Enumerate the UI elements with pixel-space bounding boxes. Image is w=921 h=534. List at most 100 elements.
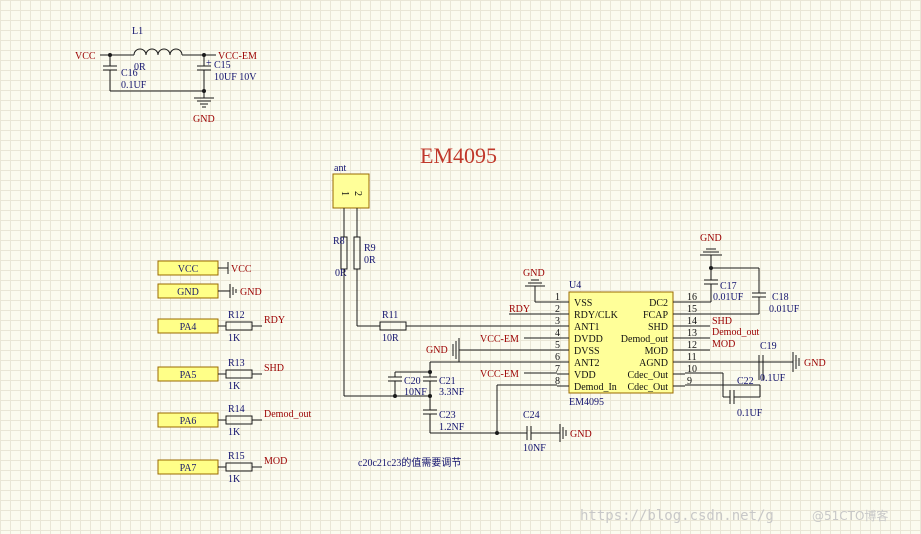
gnd-label: GND xyxy=(193,114,215,125)
ic-left-pin-name: ANT1 xyxy=(574,322,600,333)
net-gnd-pin5: GND xyxy=(426,345,448,356)
port-pa7: PA7 R15 1K MOD xyxy=(157,451,287,485)
ic-left-pin-num: 6 xyxy=(555,352,560,363)
net-mod-ic: MOD xyxy=(712,339,735,350)
r8-ref: R8 xyxy=(333,236,345,247)
port-resistor xyxy=(225,369,253,379)
schematic-sheet: VCC L1 0R VCC-EM C16 0.1UF + C15 10UF 10… xyxy=(0,0,921,534)
ic-left-pin-num: 1 xyxy=(555,292,560,303)
gnd-symbol xyxy=(194,97,214,108)
net-vcc-em-pin4: VCC-EM xyxy=(480,334,519,345)
c22-value: 0.1UF xyxy=(737,408,763,419)
ic-right-pin-name: DC2 xyxy=(649,298,668,309)
ic-right-pin-name: Cdec_Out xyxy=(627,370,668,381)
watermark-url: https://blog.csdn.net/g xyxy=(580,508,774,524)
ic-right-pin-name: Cdec_Out xyxy=(627,382,668,393)
antenna-ref: ant xyxy=(334,163,346,174)
net-shd-ic: SHD xyxy=(712,316,732,327)
c19-gnd-label: GND xyxy=(804,358,826,369)
ic-left-pin-name: Demod_In xyxy=(574,382,617,393)
net-demod-ic: Demod_out xyxy=(712,327,759,338)
port-resistor-ref: R15 xyxy=(228,451,245,462)
c23-value: 1.2NF xyxy=(439,422,465,433)
schematic-title: EM4095 xyxy=(420,143,497,168)
ic-left-nets: GND RDY VCC-EM GND VCC-EM xyxy=(426,268,557,380)
ic-right-pin-name: Demod_out xyxy=(621,334,668,345)
r9-ref: R9 xyxy=(364,243,376,254)
r11-ref: R11 xyxy=(382,310,398,321)
port-pa5: PA5 R13 1K SHD xyxy=(157,358,284,392)
c20-ref: C20 xyxy=(404,376,421,387)
port-net-label: GND xyxy=(240,287,262,298)
port-resistor-value: 1K xyxy=(228,381,241,392)
c17-value: 0.01UF xyxy=(713,292,744,303)
port-pa6: PA6 R14 1K Demod_out xyxy=(157,404,311,438)
c15-value: 10UF 10V xyxy=(214,72,257,83)
ic-left-pin-name: VSS xyxy=(574,298,592,309)
ic-left-pin-num: 3 xyxy=(555,316,560,327)
ic-gnd-top-label: GND xyxy=(523,268,545,279)
port-resistor xyxy=(225,321,253,331)
ic-left-pin-name: VDD xyxy=(574,370,596,381)
port-resistor-ref: R14 xyxy=(228,404,245,415)
l1-ref: L1 xyxy=(132,26,143,37)
port-label: GND xyxy=(177,287,199,298)
c15-plus: + xyxy=(206,58,212,69)
ic-right-pin-num: 15 xyxy=(687,304,697,315)
c16-ref: C16 xyxy=(121,68,138,79)
c15-ref: C15 xyxy=(214,60,231,71)
c24-value: 10NF xyxy=(523,443,546,454)
port-net-label: SHD xyxy=(264,363,284,374)
port-label: PA5 xyxy=(180,370,197,381)
c17-ref: C17 xyxy=(720,281,737,292)
port-label: PA6 xyxy=(180,416,197,427)
port-resistor xyxy=(225,462,253,472)
ic-right-pin-num: 14 xyxy=(687,316,697,327)
net-label-vcc: VCC xyxy=(75,51,96,62)
c22-ref: C22 xyxy=(737,376,754,387)
ic-right-pin-name: SHD xyxy=(648,322,668,333)
port-net-label: RDY xyxy=(264,315,285,326)
ic-left-pin-name: RDY/CLK xyxy=(574,310,619,321)
ic-name: EM4095 xyxy=(569,397,604,408)
ic-left-pin-name: DVDD xyxy=(574,334,603,345)
ic-em4095: U4 EM4095 1 VSS 2 RDY/CLK 3 ANT1 4 DVDD 5 DVSS 6 AN… xyxy=(555,280,697,408)
ic-right-pin-name: AGND xyxy=(639,358,668,369)
antenna-connector: ant 1 2 R8 0R R9 0R xyxy=(332,163,430,397)
antenna-pin2: 2 xyxy=(352,191,363,196)
r11-value: 10R xyxy=(382,333,399,344)
port-net-label: VCC xyxy=(231,264,252,275)
antenna-pin1: 1 xyxy=(339,191,350,196)
inductor-l1 xyxy=(133,48,183,56)
port-vcc: VCC VCC xyxy=(157,260,252,276)
ic-right-pin-name: MOD xyxy=(645,346,668,357)
ic-left-pin-num: 5 xyxy=(555,340,560,351)
port-net-label: Demod_out xyxy=(264,409,311,420)
schematic-drawing: VCC L1 0R VCC-EM C16 0.1UF + C15 10UF 10… xyxy=(75,26,888,524)
ic-right-pin-num: 12 xyxy=(687,340,697,351)
ic-gnd-right-label: GND xyxy=(700,233,722,244)
port-gnd: GND GND xyxy=(157,283,262,299)
port-label: VCC xyxy=(178,264,199,275)
c20-value: 10NF xyxy=(404,387,427,398)
port-resistor-ref: R12 xyxy=(228,310,245,321)
power-filter: VCC L1 0R VCC-EM C16 0.1UF + C15 10UF 10… xyxy=(75,26,257,125)
port-label: PA4 xyxy=(180,322,197,333)
ic-ref: U4 xyxy=(569,280,581,291)
c18-value: 0.01UF xyxy=(769,304,800,315)
ic-right-pin-num: 13 xyxy=(687,328,697,339)
ic-left-pin-num: 2 xyxy=(555,304,560,315)
ic-left-pin-name: DVSS xyxy=(574,346,600,357)
port-resistor-value: 1K xyxy=(228,474,241,485)
port-resistor-value: 1K xyxy=(228,427,241,438)
net-rdy-ic: RDY xyxy=(509,304,530,315)
r8-value: 0R xyxy=(335,268,347,279)
port-pa4: PA4 R12 1K RDY xyxy=(157,310,285,344)
c19-ref: C19 xyxy=(760,341,777,352)
tuning-note: c20c21c23的值需要调节 xyxy=(358,456,461,469)
ic-right-pin-name: FCAP xyxy=(643,310,668,321)
c21-value: 3.3NF xyxy=(439,387,465,398)
ic-left-pin-num: 8 xyxy=(555,376,560,387)
c21-ref: C21 xyxy=(439,376,456,387)
port-resistor xyxy=(225,415,253,425)
